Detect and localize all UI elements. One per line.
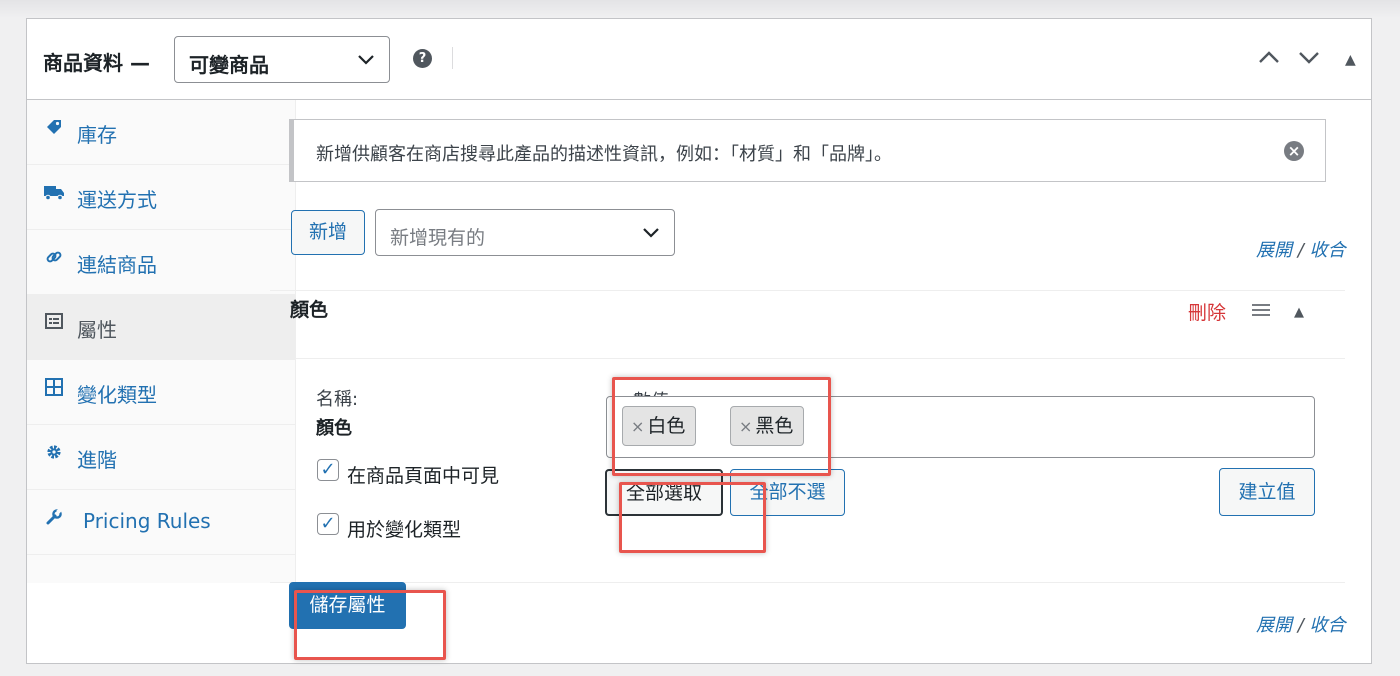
grid-icon xyxy=(43,378,65,401)
link-separator: / xyxy=(1297,240,1304,261)
link-separator: / xyxy=(1297,615,1304,636)
sidebar-item-inventory[interactable]: 庫存 xyxy=(27,100,296,165)
expand-link[interactable]: 展開 xyxy=(1256,240,1292,261)
collapse-link[interactable]: 收合 xyxy=(1310,240,1346,261)
wrench-icon xyxy=(43,508,65,531)
drag-handle-icon[interactable] xyxy=(1252,302,1270,323)
sidebar-item-label: Pricing Rules xyxy=(83,509,211,533)
divider xyxy=(270,290,1345,291)
help-icon[interactable]: ? xyxy=(413,49,432,68)
sidebar-item-label: 連結商品 xyxy=(77,253,157,277)
close-icon[interactable]: × xyxy=(1284,141,1304,161)
visible-on-product-page-checkbox[interactable]: ✓ xyxy=(317,459,339,481)
list-icon xyxy=(43,313,65,334)
sidebar-item-attributes[interactable]: 屬性 xyxy=(27,295,296,360)
sidebar-item-linked-products[interactable]: 連結商品 xyxy=(27,230,296,295)
visible-on-product-page-label: 在商品頁面中可見 xyxy=(347,465,500,487)
truck-icon xyxy=(43,183,65,206)
create-value-button[interactable]: 建立值 xyxy=(1219,468,1315,516)
divider xyxy=(270,358,1345,359)
delete-attribute-link[interactable]: 刪除 xyxy=(1188,298,1226,325)
sidebar-item-label: 變化類型 xyxy=(77,383,157,407)
sidebar-item-label: 屬性 xyxy=(77,318,117,342)
move-down-icon[interactable] xyxy=(1298,46,1320,74)
toggle-panel-icon[interactable]: ▲ xyxy=(1345,52,1356,68)
sidebar-item-pricing-rules[interactable]: Pricing Rules xyxy=(27,490,296,555)
tag-icon xyxy=(43,118,65,141)
collapse-link[interactable]: 收合 xyxy=(1310,615,1346,636)
sidebar-item-label: 進階 xyxy=(77,448,117,472)
sidebar-item-label: 運送方式 xyxy=(77,188,157,212)
sidebar-item-label: 庫存 xyxy=(77,123,117,147)
highlight-values xyxy=(612,377,831,476)
attribute-name-value: 顏色 xyxy=(316,418,352,439)
link-icon xyxy=(43,248,65,271)
add-attribute-button[interactable]: 新增 xyxy=(291,210,365,255)
header-divider xyxy=(452,47,453,69)
attribute-name-label: 名稱: xyxy=(316,389,359,410)
existing-attribute-select[interactable]: 新增現有的 xyxy=(375,209,675,256)
chevron-down-icon xyxy=(642,221,660,250)
sidebar-item-advanced[interactable]: 進階 xyxy=(27,425,296,490)
divider xyxy=(270,582,1345,583)
move-up-icon[interactable] xyxy=(1258,46,1280,74)
panel-header: 商品資料 — 可變商品 ? ▲ xyxy=(27,19,1371,100)
gear-icon xyxy=(43,443,65,466)
expand-collapse-links: 展開 / 收合 xyxy=(1256,236,1346,262)
used-for-variations-label: 用於變化類型 xyxy=(347,519,462,541)
highlight-save xyxy=(294,590,446,660)
product-data-panel: 商品資料 — 可變商品 ? ▲ 庫存 運送方式 連結商品 屬性 變化類型 進階 … xyxy=(26,18,1372,664)
product-type-select[interactable]: 可變商品 xyxy=(174,36,390,83)
used-for-variations-checkbox[interactable]: ✓ xyxy=(317,513,339,535)
notice-text: 新增供顧客在商店搜尋此產品的描述性資訊，例如：「材質」和「品牌」。 xyxy=(316,144,892,165)
product-type-value: 可變商品 xyxy=(189,53,269,77)
chevron-down-icon xyxy=(357,46,375,79)
panel-title: 商品資料 — xyxy=(43,51,150,75)
existing-attribute-placeholder: 新增現有的 xyxy=(390,227,486,249)
top-background xyxy=(0,0,1400,18)
info-notice: 新增供顧客在商店搜尋此產品的描述性資訊，例如：「材質」和「品牌」。 × xyxy=(289,119,1326,182)
expand-link[interactable]: 展開 xyxy=(1256,615,1292,636)
highlight-select-all xyxy=(619,482,766,553)
product-data-tabs: 庫存 運送方式 連結商品 屬性 變化類型 進階 Pricing Rules xyxy=(27,100,296,583)
sidebar-item-shipping[interactable]: 運送方式 xyxy=(27,165,296,230)
attribute-title[interactable]: 顏色 xyxy=(290,295,328,322)
expand-collapse-links: 展開 / 收合 xyxy=(1256,611,1346,637)
sidebar-item-variations[interactable]: 變化類型 xyxy=(27,360,296,425)
toggle-attribute-icon[interactable]: ▲ xyxy=(1294,305,1304,320)
